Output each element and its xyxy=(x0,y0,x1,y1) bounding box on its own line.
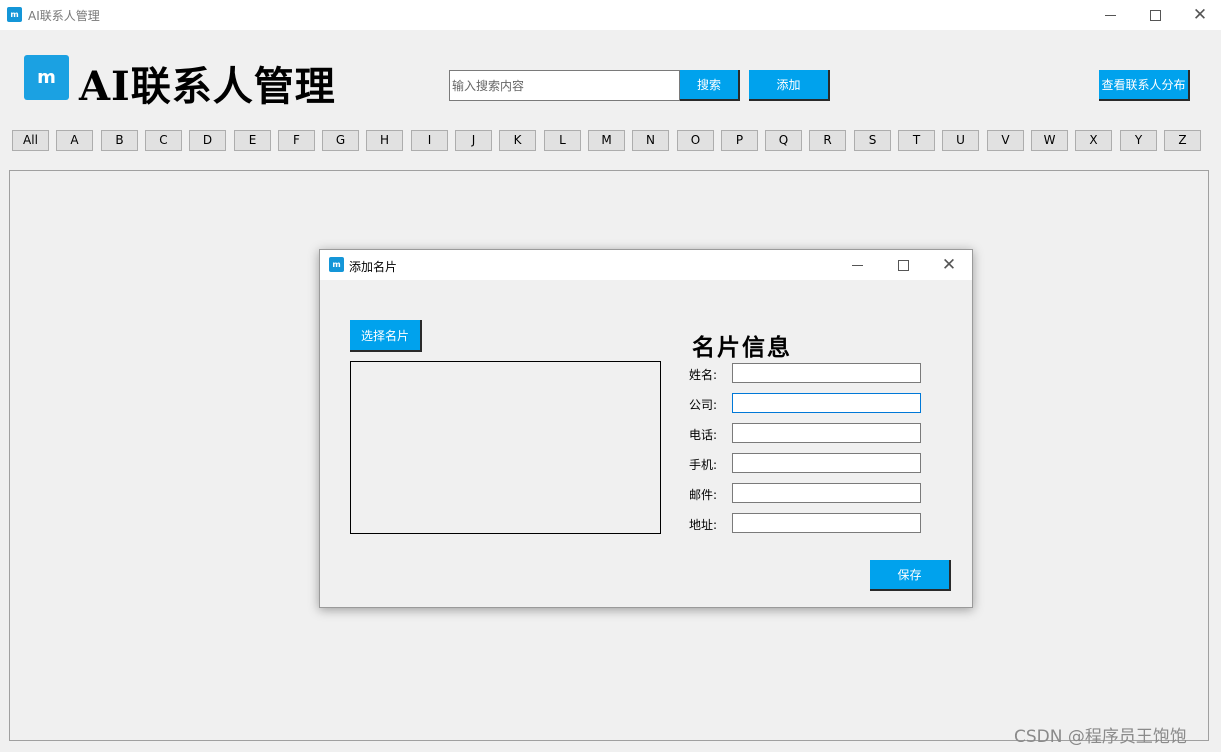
email-label: 邮件: xyxy=(689,488,718,502)
letter-filter-a[interactable]: A xyxy=(56,130,93,151)
maximize-icon xyxy=(1149,9,1161,21)
email-field[interactable] xyxy=(732,483,921,503)
dialog-titlebar: m 添加名片 ✕ xyxy=(320,250,972,280)
app-logo: m xyxy=(24,55,69,100)
letter-filter-all[interactable]: All xyxy=(12,130,49,151)
minimize-icon xyxy=(851,264,863,266)
phone-label: 电话: xyxy=(689,428,718,442)
close-icon: ✕ xyxy=(1192,4,1208,25)
choose-card-button[interactable]: 选择名片 xyxy=(350,320,422,352)
card-info-heading: 名片信息 xyxy=(692,334,792,361)
letter-filter-d[interactable]: D xyxy=(189,130,226,151)
letter-filter-w[interactable]: W xyxy=(1031,130,1068,151)
letter-filter-g[interactable]: G xyxy=(322,130,359,151)
minimize-icon xyxy=(1104,14,1116,16)
app-icon: m xyxy=(7,7,22,22)
view-distribution-button[interactable]: 查看联系人分布 xyxy=(1099,70,1190,101)
add-card-dialog: m 添加名片 ✕ 选择名片 名片信息 姓名: 公司: 电话: 手机: 邮件: 地… xyxy=(319,249,973,608)
company-label: 公司: xyxy=(689,398,718,412)
letter-filter-k[interactable]: K xyxy=(499,130,536,151)
close-button[interactable]: ✕ xyxy=(1177,0,1221,30)
letter-filter-u[interactable]: U xyxy=(942,130,979,151)
maximize-button[interactable] xyxy=(1132,0,1178,30)
letter-filter-m[interactable]: M xyxy=(588,130,625,151)
close-icon: ✕ xyxy=(941,254,957,275)
app-title: AI联系人管理 xyxy=(79,63,336,110)
letter-filter-f[interactable]: F xyxy=(278,130,315,151)
address-field[interactable] xyxy=(732,513,921,533)
dialog-app-icon: m xyxy=(329,257,344,272)
search-button[interactable]: 搜索 xyxy=(680,70,740,101)
letter-filter-o[interactable]: O xyxy=(677,130,714,151)
letter-filter-p[interactable]: P xyxy=(721,130,758,151)
name-field[interactable] xyxy=(732,363,921,383)
letter-filter-c[interactable]: C xyxy=(145,130,182,151)
dialog-title: 添加名片 xyxy=(349,260,398,274)
letter-filter-t[interactable]: T xyxy=(898,130,935,151)
letter-filter-j[interactable]: J xyxy=(455,130,492,151)
watermark: CSDN @程序员王饱饱 xyxy=(1014,727,1187,747)
letter-filter-l[interactable]: L xyxy=(544,130,581,151)
window-titlebar: m AI联系人管理 ✕ xyxy=(0,0,1221,30)
letter-filter-r[interactable]: R xyxy=(809,130,846,151)
dialog-maximize-button[interactable] xyxy=(880,250,926,280)
search-input[interactable] xyxy=(449,70,680,101)
save-button[interactable]: 保存 xyxy=(870,560,951,591)
dialog-minimize-button[interactable] xyxy=(834,250,880,280)
minimize-button[interactable] xyxy=(1087,0,1133,30)
mobile-field[interactable] xyxy=(732,453,921,473)
dialog-close-button[interactable]: ✕ xyxy=(926,250,972,280)
address-label: 地址: xyxy=(689,518,718,532)
name-label: 姓名: xyxy=(689,368,718,382)
card-image-preview xyxy=(350,361,661,534)
letter-filter-e[interactable]: E xyxy=(234,130,271,151)
letter-filter-b[interactable]: B xyxy=(101,130,138,151)
add-button[interactable]: 添加 xyxy=(749,70,830,101)
letter-filter-i[interactable]: I xyxy=(411,130,448,151)
phone-field[interactable] xyxy=(732,423,921,443)
letter-filter-y[interactable]: Y xyxy=(1120,130,1157,151)
letter-filter-x[interactable]: X xyxy=(1075,130,1112,151)
mobile-label: 手机: xyxy=(689,458,718,472)
letter-filter-z[interactable]: Z xyxy=(1164,130,1201,151)
letter-filter-h[interactable]: H xyxy=(366,130,403,151)
window-title: AI联系人管理 xyxy=(28,9,100,23)
letter-filter-v[interactable]: V xyxy=(987,130,1024,151)
letter-filter-q[interactable]: Q xyxy=(765,130,802,151)
maximize-icon xyxy=(897,259,909,271)
letter-filter-s[interactable]: S xyxy=(854,130,891,151)
letter-filter-n[interactable]: N xyxy=(632,130,669,151)
company-field[interactable] xyxy=(732,393,921,413)
